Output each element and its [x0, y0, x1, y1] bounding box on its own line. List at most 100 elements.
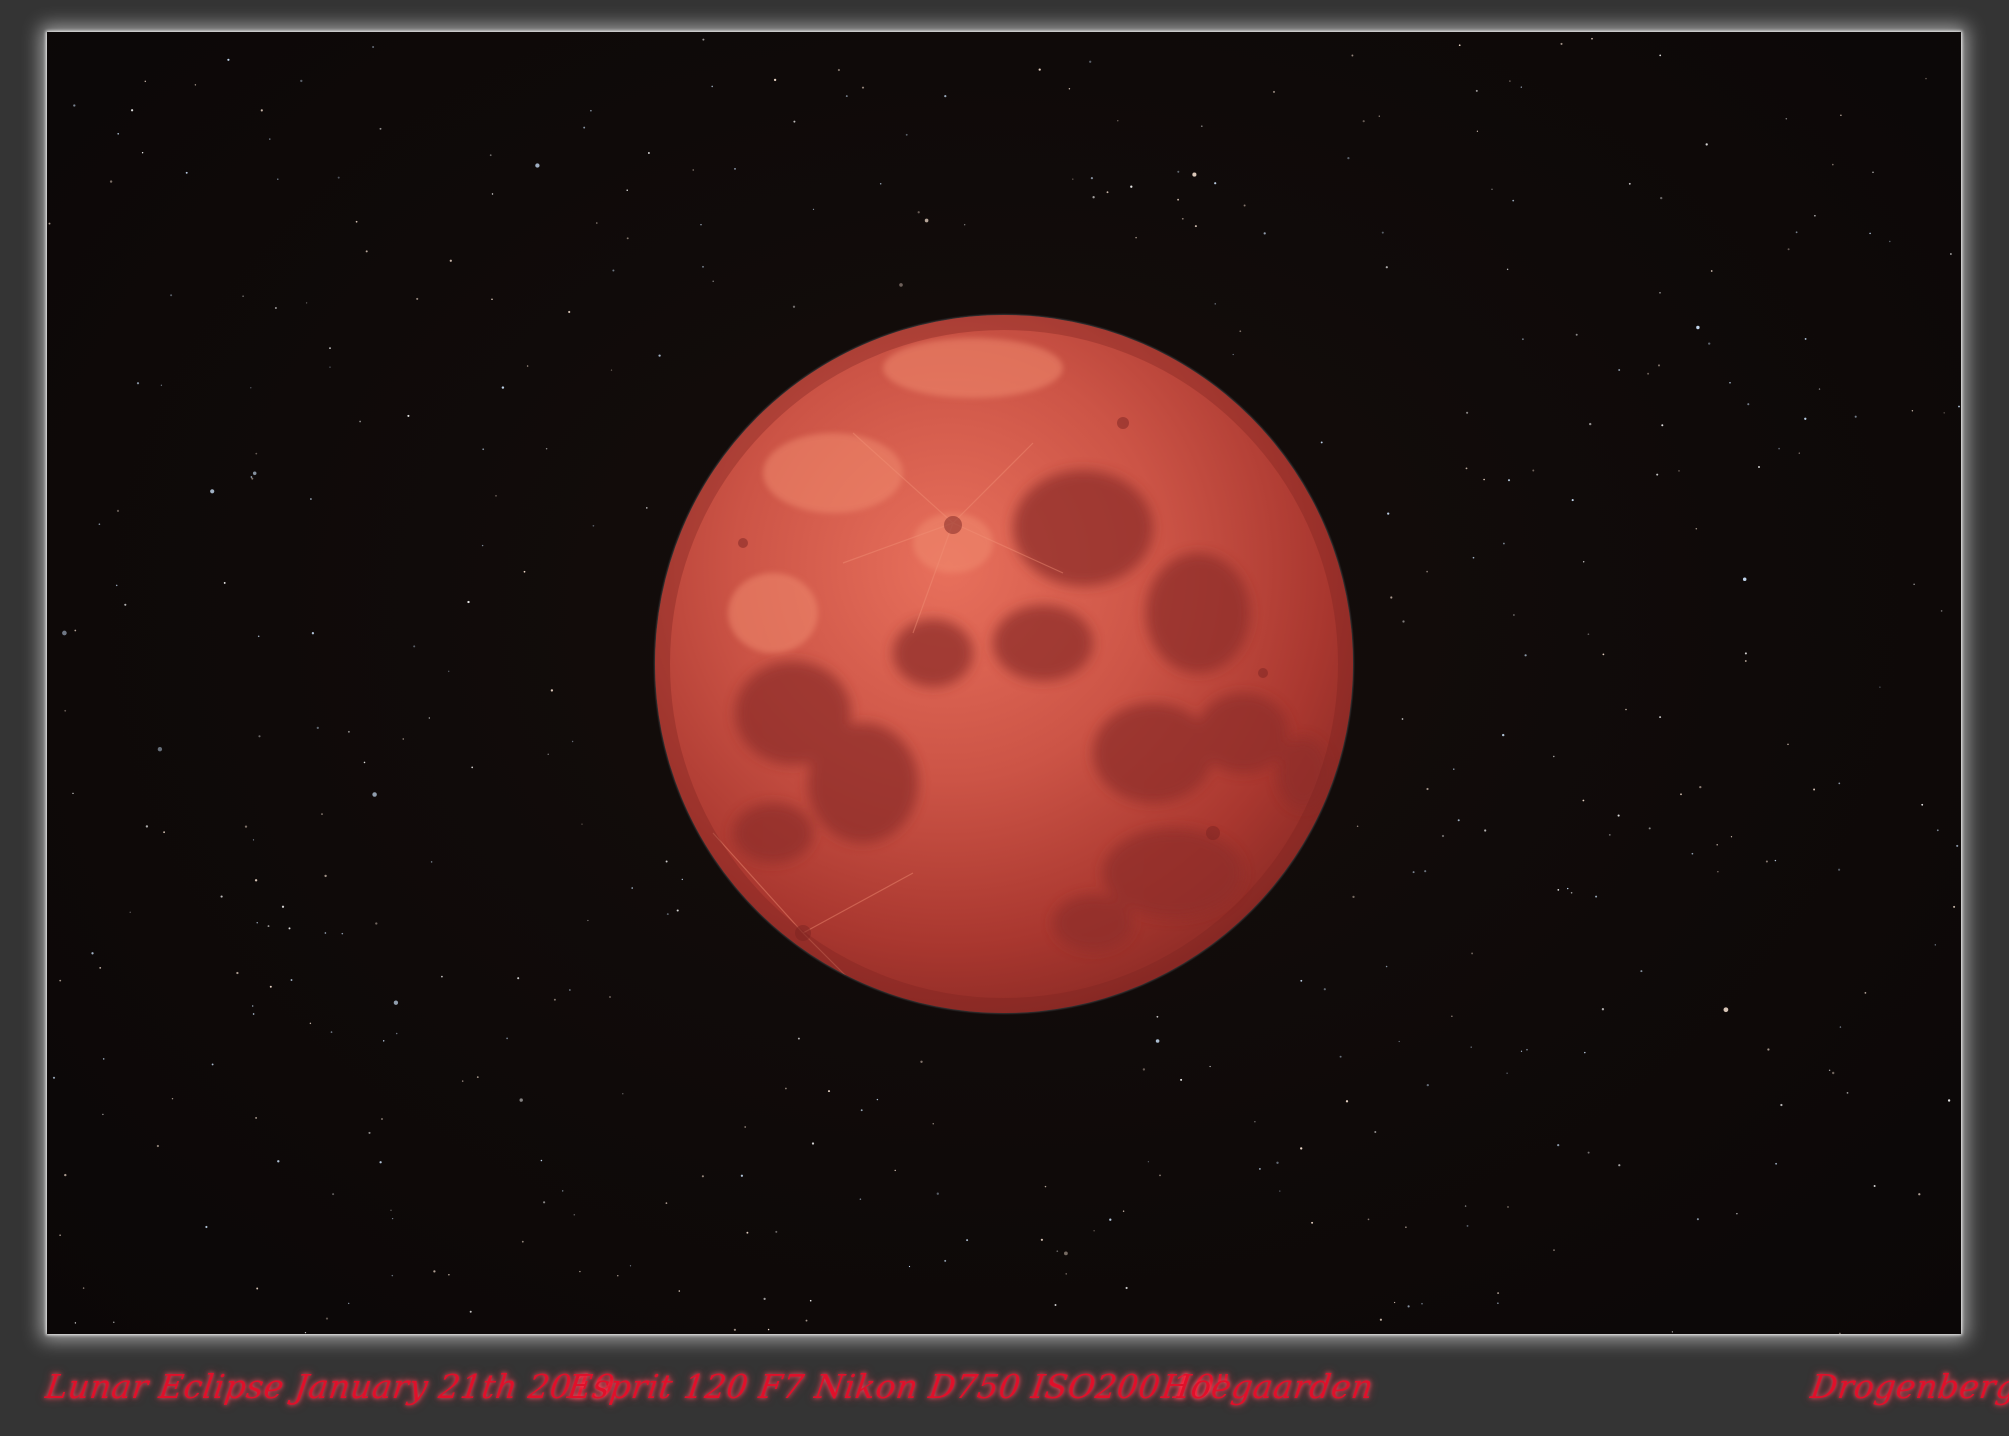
- star: [1671, 1331, 1674, 1333]
- star: [380, 1117, 384, 1121]
- star: [1311, 1221, 1314, 1224]
- star: [626, 237, 629, 240]
- star: [1441, 834, 1445, 838]
- star: [1553, 1249, 1555, 1251]
- star: [372, 792, 377, 797]
- star: [274, 306, 277, 310]
- star: [712, 280, 714, 282]
- star: [1678, 470, 1680, 472]
- star: [73, 104, 76, 107]
- star: [290, 979, 293, 981]
- star: [827, 1090, 831, 1093]
- star: [413, 645, 416, 648]
- star: [257, 635, 260, 638]
- star: [277, 178, 279, 180]
- star: [1557, 1144, 1560, 1147]
- star: [321, 813, 323, 816]
- star: [256, 1287, 259, 1290]
- star: [1526, 1048, 1528, 1051]
- star: [1192, 172, 1197, 177]
- star: [1484, 829, 1487, 832]
- star: [382, 1040, 385, 1042]
- star: [329, 366, 331, 368]
- eclipsed-moon: [653, 313, 1355, 1015]
- star: [1483, 478, 1485, 481]
- star: [288, 927, 291, 930]
- star: [1279, 1190, 1281, 1192]
- star: [1778, 447, 1780, 450]
- star: [305, 302, 308, 304]
- star: [612, 269, 615, 272]
- star: [773, 78, 777, 82]
- star: [254, 879, 258, 882]
- star: [1956, 844, 1959, 847]
- star: [62, 630, 67, 636]
- star: [330, 1031, 333, 1033]
- star: [702, 38, 705, 41]
- star: [252, 1005, 254, 1007]
- star: [1567, 887, 1569, 890]
- star: [220, 895, 223, 898]
- star: [1864, 992, 1867, 994]
- star: [194, 84, 197, 86]
- star: [223, 581, 226, 584]
- star: [1402, 620, 1405, 623]
- star: [746, 1231, 749, 1234]
- star: [1214, 303, 1216, 305]
- star: [1691, 852, 1694, 855]
- star: [1730, 836, 1733, 838]
- star: [1804, 417, 1807, 420]
- star: [1873, 1185, 1876, 1187]
- star: [1780, 1103, 1783, 1107]
- caption-title: Lunar Eclipse January 21th 2019: [43, 1367, 618, 1406]
- star: [1710, 270, 1713, 272]
- star: [1814, 214, 1816, 217]
- star: [256, 922, 258, 924]
- star: [402, 738, 404, 740]
- star: [244, 825, 248, 828]
- star: [74, 629, 77, 632]
- star: [324, 874, 327, 878]
- star: [1838, 782, 1841, 785]
- star: [116, 509, 120, 512]
- star: [1889, 240, 1891, 243]
- star: [1736, 1213, 1738, 1215]
- star: [1378, 115, 1380, 117]
- star: [501, 386, 505, 389]
- star: [185, 171, 188, 174]
- star: [1911, 410, 1914, 412]
- star: [1787, 248, 1790, 251]
- star: [1426, 1083, 1429, 1087]
- star: [590, 109, 592, 112]
- star: [1056, 1250, 1059, 1253]
- star: [702, 265, 704, 268]
- star: [1458, 44, 1461, 47]
- star: [407, 414, 410, 417]
- star: [792, 305, 796, 308]
- star: [1640, 970, 1643, 973]
- star: [543, 1201, 546, 1204]
- star: [1838, 868, 1841, 871]
- star: [64, 1173, 67, 1177]
- star: [471, 766, 474, 769]
- star: [141, 152, 144, 154]
- star: [1625, 708, 1627, 711]
- star: [1787, 743, 1789, 746]
- star: [876, 1098, 879, 1101]
- star: [1362, 120, 1365, 123]
- star: [568, 310, 571, 314]
- star: [1795, 231, 1798, 234]
- star: [1950, 253, 1952, 255]
- star: [1466, 411, 1469, 414]
- star: [1475, 89, 1478, 92]
- star: [102, 1113, 104, 1116]
- star: [269, 138, 271, 140]
- star: [428, 717, 430, 719]
- star: [1054, 1304, 1057, 1306]
- star: [562, 1190, 564, 1192]
- star: [1699, 785, 1702, 789]
- star: [592, 524, 595, 527]
- star: [236, 971, 239, 975]
- star: [205, 1225, 208, 1229]
- star: [1774, 859, 1777, 862]
